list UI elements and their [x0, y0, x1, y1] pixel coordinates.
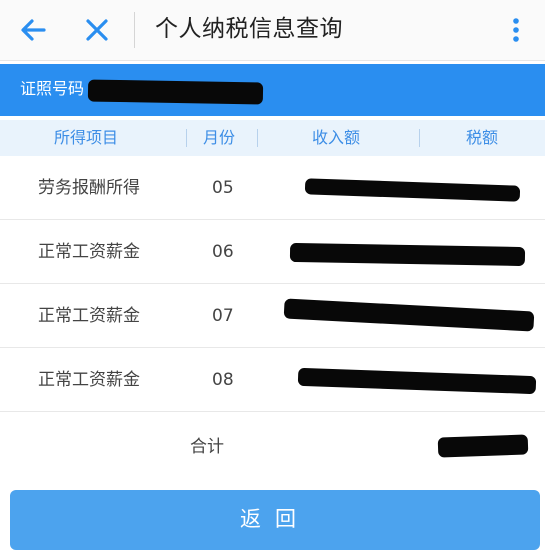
table-row[interactable]: 正常工资薪金 08 [0, 349, 545, 412]
back-button[interactable] [12, 8, 56, 52]
redacted-amounts [304, 178, 521, 202]
table-row[interactable]: 劳务报酬所得 05 [0, 157, 545, 220]
page-title: 个人纳税信息查询 [155, 16, 343, 42]
column-header-month: 月份 [203, 128, 236, 147]
month: 05 [212, 178, 234, 198]
redacted-amounts [289, 242, 526, 267]
arrow-left-icon [21, 19, 46, 41]
column-divider [419, 129, 420, 147]
income-item: 正常工资薪金 [38, 306, 140, 326]
month: 08 [212, 370, 234, 390]
month: 07 [212, 306, 234, 326]
redacted-id-number [87, 79, 264, 105]
table-row[interactable]: 正常工资薪金 07 [0, 285, 545, 348]
column-header-item: 所得项目 [54, 128, 119, 147]
app-header: 个人纳税信息查询 [0, 0, 545, 61]
id-number-label: 证照号码 [20, 79, 85, 98]
total-label: 合计 [190, 437, 224, 457]
header-divider [134, 12, 135, 48]
more-vertical-icon [513, 18, 519, 42]
table-header: 所得项目 月份 收入额 税额 [0, 120, 545, 156]
redacted-amounts [297, 367, 537, 395]
column-header-income: 收入额 [312, 128, 361, 147]
back-submit-button[interactable]: 返回 [10, 490, 540, 550]
redacted-amounts [283, 298, 535, 332]
column-divider [257, 129, 258, 147]
column-divider [186, 129, 187, 147]
table-row[interactable]: 正常工资薪金 06 [0, 221, 545, 284]
income-item: 正常工资薪金 [38, 242, 140, 262]
month: 06 [212, 242, 234, 262]
close-button[interactable] [75, 8, 119, 52]
redacted-total [437, 434, 529, 458]
income-item: 劳务报酬所得 [38, 178, 140, 198]
close-icon [86, 19, 108, 41]
id-number-bar: 证照号码 [0, 64, 545, 116]
column-header-tax: 税额 [466, 128, 499, 147]
more-menu-button[interactable] [494, 8, 538, 52]
income-item: 正常工资薪金 [38, 370, 140, 390]
